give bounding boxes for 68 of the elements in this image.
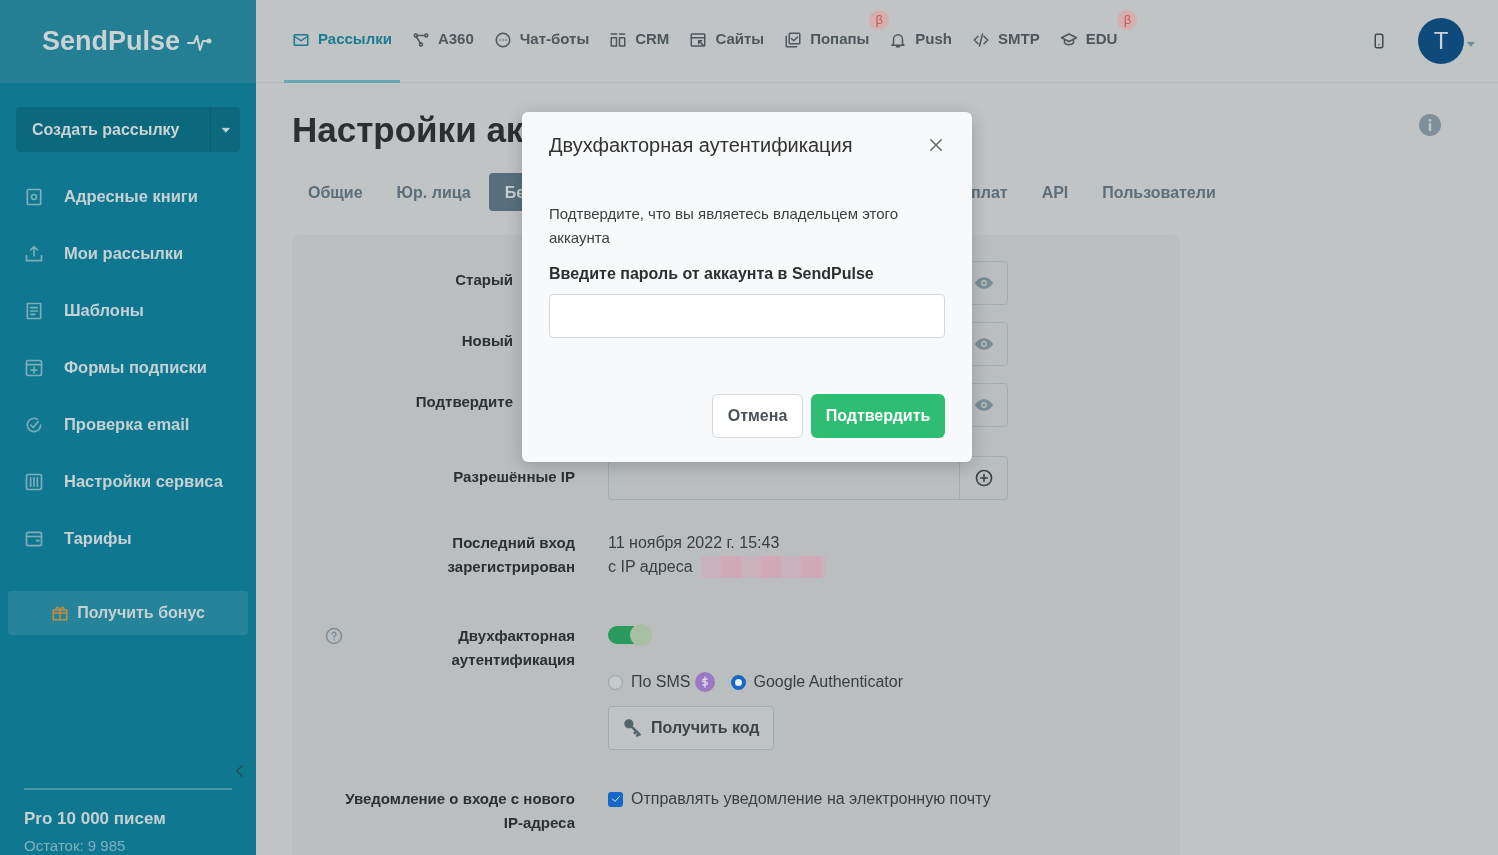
field-label: Двухфакторная аутентификация bbox=[450, 626, 575, 670]
radio-option[interactable]: Google Authenticator bbox=[730, 670, 903, 694]
nav-tab[interactable]: CRM bbox=[601, 0, 678, 83]
settings-tab[interactable]: API bbox=[1025, 173, 1085, 211]
columns-icon bbox=[609, 30, 628, 49]
nav-tab[interactable]: SMTP bbox=[964, 0, 1048, 83]
nav-tab[interactable]: Рассылки bbox=[284, 0, 400, 83]
plus-circle-icon bbox=[973, 468, 994, 488]
field-label: Последний вход зарегистрирован bbox=[446, 533, 575, 577]
settings-tab[interactable]: Юр. лица bbox=[380, 173, 487, 211]
check-icon bbox=[609, 793, 622, 805]
nav-tab[interactable]: Чат-боты bbox=[485, 0, 598, 83]
field-label: Подтвердите bbox=[415, 393, 513, 410]
upload-icon bbox=[24, 243, 44, 264]
help-icon bbox=[325, 627, 343, 645]
close-icon bbox=[927, 136, 945, 154]
sidebar-item[interactable]: Проверка email bbox=[0, 396, 256, 453]
nav-tab[interactable]: A360 bbox=[403, 0, 482, 83]
bonus-button[interactable]: Получить бонус bbox=[8, 591, 248, 635]
field-label: Новый bbox=[461, 332, 513, 349]
dialog-title: Двухфакторная аутентификация bbox=[549, 133, 853, 158]
ip-label: с IP адреса bbox=[608, 557, 693, 577]
login-date: 11 ноября 2022 г. 15:43 bbox=[608, 533, 781, 553]
settings-tab[interactable]: Пользователи bbox=[1086, 173, 1232, 211]
caret-icon bbox=[1466, 39, 1476, 49]
cancel-button[interactable]: Отмена bbox=[712, 394, 803, 438]
nav-tab[interactable]: Сайты bbox=[681, 0, 773, 83]
get-code-button[interactable]: Получить код bbox=[608, 706, 775, 750]
beta-badge: β bbox=[1117, 9, 1138, 30]
field-label: Старый bbox=[455, 271, 513, 288]
logo-text: SendPulse bbox=[41, 25, 180, 59]
sidebar-item[interactable]: Мои рассылки bbox=[0, 225, 256, 282]
window-cursor-icon bbox=[689, 30, 708, 49]
beta-badge: β bbox=[869, 9, 890, 30]
sidebar-item[interactable]: Адресные книги bbox=[0, 168, 256, 225]
notify-checkbox[interactable]: Отправлять уведомление на электронную почту bbox=[608, 787, 991, 811]
gift-icon bbox=[51, 604, 70, 622]
settings-tab[interactable]: плат bbox=[967, 173, 1024, 211]
toggle-switch[interactable] bbox=[608, 624, 652, 646]
sidebar-item[interactable]: Настройки сервиса bbox=[0, 453, 256, 510]
code-icon bbox=[972, 30, 991, 49]
field-label: Уведомление о входе с нового IP-адреса bbox=[344, 789, 575, 833]
form-icon bbox=[24, 357, 44, 378]
chat-icon bbox=[493, 30, 512, 49]
key-icon bbox=[623, 718, 643, 738]
avatar[interactable]: T bbox=[1418, 18, 1464, 64]
check-circle-icon bbox=[24, 414, 44, 435]
dialog-message: Подтвердите, что вы являетесь владельцем этого аккаунта bbox=[549, 204, 899, 248]
password-field[interactable] bbox=[549, 294, 945, 338]
field-label: Разрешённые IP bbox=[453, 468, 575, 485]
confirm-button[interactable]: Подтвердить bbox=[811, 394, 945, 438]
page-title: Настройки ак bbox=[292, 109, 524, 151]
sliders-icon bbox=[24, 471, 44, 492]
sidebar-item[interactable]: Шаблоны bbox=[0, 282, 256, 339]
settings-tab[interactable]: Общие bbox=[292, 173, 379, 211]
close-button[interactable] bbox=[927, 136, 945, 154]
remaining-count: Остаток: 9 985 bbox=[23, 836, 127, 855]
field-label: Введите пароль от аккаунта в SendPulse bbox=[549, 264, 875, 284]
create-campaign-button[interactable]: Создать рассылку bbox=[16, 107, 240, 152]
popup-icon bbox=[784, 30, 803, 49]
template-icon bbox=[24, 300, 44, 321]
sidebar-item[interactable]: Формы подписки bbox=[0, 339, 256, 396]
info-icon bbox=[1418, 113, 1442, 137]
address-book-icon bbox=[24, 186, 44, 207]
nodes-icon bbox=[411, 30, 430, 49]
radio-option[interactable]: По SMS bbox=[608, 670, 715, 694]
sidebar-item[interactable]: Тарифы bbox=[0, 510, 256, 567]
plan-name: Pro 10 000 писем bbox=[23, 807, 167, 830]
